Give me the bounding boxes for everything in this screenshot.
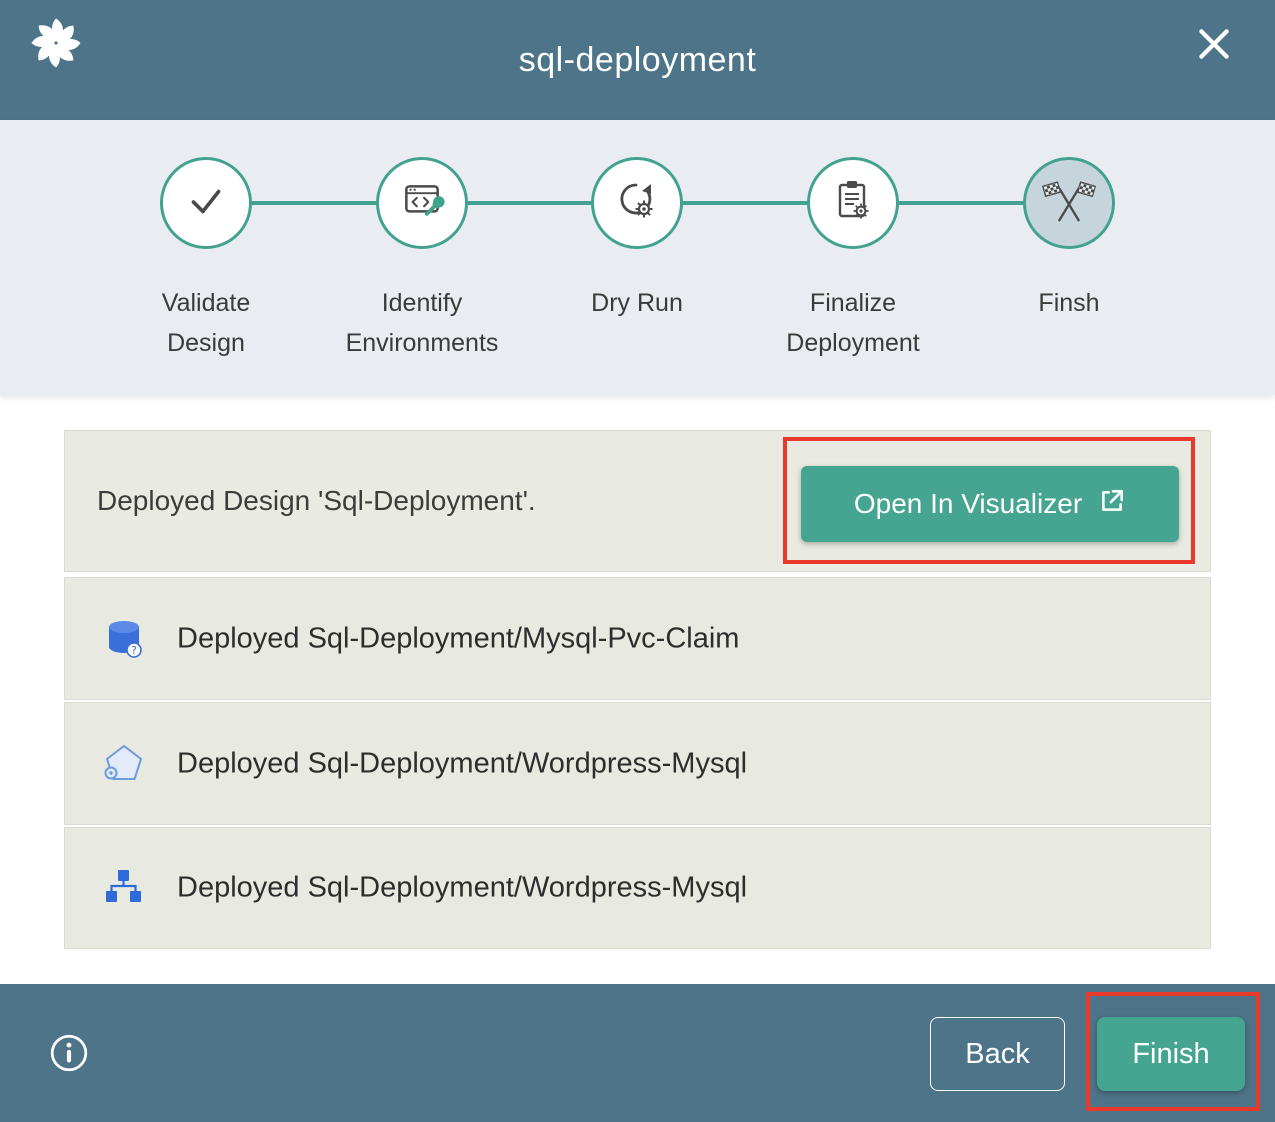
clipboard-gear-icon <box>829 177 877 230</box>
open-in-visualizer-button[interactable]: Open In Visualizer <box>801 466 1179 542</box>
check-icon <box>183 178 229 229</box>
external-link-icon <box>1098 487 1126 522</box>
open-in-visualizer-label: Open In Visualizer <box>854 488 1082 520</box>
deployment-row-pvc-claim: ? Deployed Sql-Deployment/Mysql-Pvc-Clai… <box>64 577 1211 700</box>
modal-footer: Back Finish <box>0 984 1275 1122</box>
step-circle-finalize-deployment <box>807 157 899 249</box>
stepper: Validate Design Identify Environments Dr… <box>0 120 1275 395</box>
info-button[interactable] <box>48 1032 90 1074</box>
modal-title: sql-deployment <box>0 0 1275 120</box>
step-circle-dry-run <box>591 157 683 249</box>
step-circle-finish <box>1023 157 1115 249</box>
code-window-wrench-icon <box>398 177 446 230</box>
finish-flags-icon <box>1042 176 1096 231</box>
database-icon: ? <box>101 615 149 663</box>
step-label-finalize-deployment: Finalize Deployment <box>733 283 973 363</box>
hierarchy-icon <box>101 864 149 912</box>
step-label-dry-run: Dry Run <box>517 283 757 323</box>
deployment-row-text: Deployed Sql-Deployment/Wordpress-Mysql <box>177 747 747 780</box>
finish-button[interactable]: Finish <box>1097 1017 1245 1091</box>
step-label-validate-design: Validate Design <box>86 283 326 363</box>
pentagon-resource-icon <box>101 740 149 788</box>
design-summary-row: Deployed Design 'Sql-Deployment'. Open I… <box>64 430 1211 572</box>
deployment-row-text: Deployed Sql-Deployment/Wordpress-Mysql <box>177 872 747 905</box>
design-summary-text: Deployed Design 'Sql-Deployment'. <box>97 485 536 517</box>
info-icon <box>48 1062 90 1077</box>
back-button[interactable]: Back <box>930 1017 1065 1091</box>
deployment-row-text: Deployed Sql-Deployment/Mysql-Pvc-Claim <box>177 622 739 655</box>
step-circle-validate-design <box>160 157 252 249</box>
step-label-finish: Finsh <box>949 283 1189 323</box>
step-label-identify-environments: Identify Environments <box>302 283 542 363</box>
deployment-wizard-modal: sql-deployment <box>0 0 1275 1122</box>
rerun-gear-icon <box>613 177 661 230</box>
deployment-row-wordpress-mysql-1: Deployed Sql-Deployment/Wordpress-Mysql <box>64 702 1211 825</box>
modal-header: sql-deployment <box>0 0 1275 120</box>
close-button[interactable] <box>1191 22 1237 68</box>
svg-text:?: ? <box>131 645 137 657</box>
step-circle-identify-environments <box>376 157 468 249</box>
deployment-row-wordpress-mysql-2: Deployed Sql-Deployment/Wordpress-Mysql <box>64 827 1211 949</box>
close-icon <box>1194 24 1234 67</box>
